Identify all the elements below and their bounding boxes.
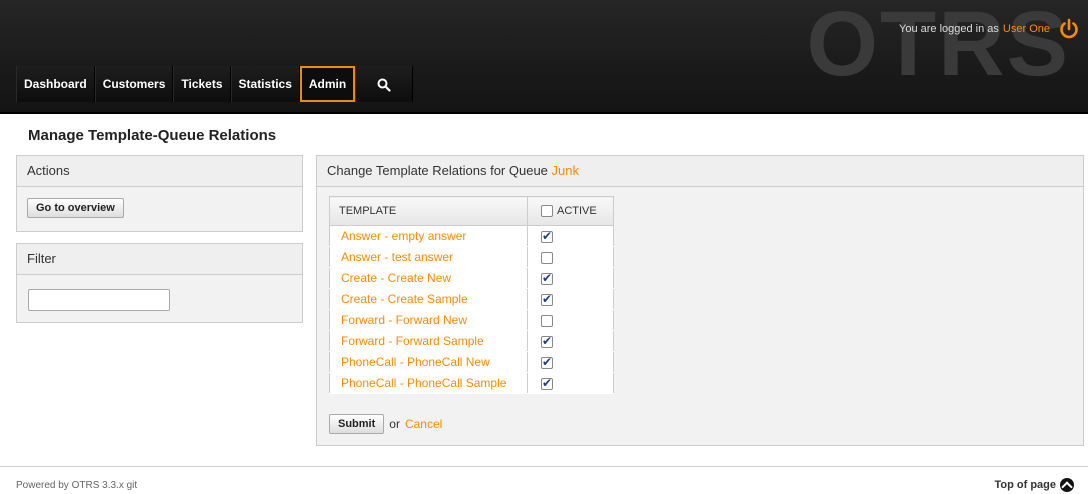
- template-relations-table: TEMPLATE ACTIVE Answer - empty answer An…: [329, 196, 614, 394]
- active-cell: [527, 267, 614, 289]
- active-checkbox[interactable]: [541, 355, 553, 369]
- template-relations-panel: Change Template Relations for Queue Junk…: [316, 155, 1084, 446]
- table-row: PhoneCall - PhoneCall Sample: [329, 372, 614, 394]
- actions-panel-title: Actions: [17, 156, 302, 187]
- column-header-active-label: ACTIVE: [557, 204, 597, 217]
- search-icon: [377, 78, 391, 92]
- select-all-active-checkbox[interactable]: [541, 205, 553, 218]
- filter-panel-title: Filter: [17, 244, 302, 275]
- filter-input[interactable]: [28, 289, 170, 311]
- template-link[interactable]: PhoneCall - PhoneCall New: [329, 351, 528, 373]
- top-of-page-label: Top of page: [994, 479, 1056, 491]
- submit-button[interactable]: Submit: [329, 414, 385, 434]
- active-cell: [527, 246, 614, 268]
- active-checkbox[interactable]: [541, 271, 553, 285]
- template-link[interactable]: Create - Create Sample: [329, 288, 528, 310]
- nav-item-admin[interactable]: Admin: [299, 66, 356, 102]
- nav-item-customers[interactable]: Customers: [94, 66, 174, 102]
- active-cell: [527, 372, 614, 394]
- template-link[interactable]: Forward - Forward New: [329, 309, 528, 331]
- active-cell: [527, 330, 614, 352]
- active-cell: [527, 288, 614, 310]
- login-info: You are logged in as User One: [899, 18, 1080, 40]
- template-link[interactable]: Answer - test answer: [329, 246, 528, 268]
- top-of-page-link[interactable]: Top of page: [994, 478, 1074, 492]
- template-link[interactable]: Forward - Forward Sample: [329, 330, 528, 352]
- table-row: Answer - test answer: [329, 246, 614, 268]
- column-header-template: TEMPLATE: [329, 196, 528, 226]
- template-link[interactable]: Answer - empty answer: [329, 225, 528, 247]
- table-row: Forward - Forward New: [329, 309, 614, 331]
- active-checkbox[interactable]: [541, 376, 553, 390]
- page-title: Manage Template-Queue Relations: [28, 127, 277, 144]
- active-checkbox[interactable]: [541, 292, 553, 306]
- actions-panel: Actions Go to overview: [16, 155, 303, 232]
- active-cell: [527, 225, 614, 247]
- filter-panel: Filter: [16, 243, 303, 323]
- active-checkbox[interactable]: [541, 334, 553, 348]
- header-divider: [0, 112, 1088, 114]
- nav-item-tickets[interactable]: Tickets: [173, 66, 231, 102]
- nav-search-button[interactable]: [355, 66, 414, 102]
- active-checkbox[interactable]: [541, 251, 553, 264]
- cancel-link[interactable]: Cancel: [405, 417, 442, 431]
- template-link[interactable]: Create - Create New: [329, 267, 528, 289]
- or-text: or: [389, 417, 400, 431]
- column-header-active: ACTIVE: [527, 196, 614, 226]
- active-checkbox[interactable]: [541, 314, 553, 327]
- login-prefix: You are logged in as: [899, 23, 999, 35]
- otrs-logo: OTRS: [806, 0, 1070, 95]
- powered-by-text: Powered by OTRS 3.3.x git: [16, 480, 138, 491]
- template-relations-title-text: Change Template Relations for Queue: [327, 163, 548, 178]
- page-header: OTRS You are logged in as User One Dashb…: [0, 0, 1088, 114]
- table-row: Forward - Forward Sample: [329, 330, 614, 352]
- arrow-up-icon: [1060, 478, 1074, 492]
- go-to-overview-button[interactable]: Go to overview: [27, 198, 124, 218]
- active-cell: [527, 309, 614, 331]
- user-name-link[interactable]: User One: [1003, 23, 1050, 35]
- table-row: Answer - empty answer: [329, 225, 614, 247]
- form-actions: Submit or Cancel: [329, 414, 442, 434]
- nav-item-dashboard[interactable]: Dashboard: [16, 66, 95, 102]
- table-row: PhoneCall - PhoneCall New: [329, 351, 614, 373]
- main-nav: Dashboard Customers Tickets Statistics A…: [16, 66, 414, 102]
- template-link[interactable]: PhoneCall - PhoneCall Sample: [329, 372, 528, 394]
- nav-item-statistics[interactable]: Statistics: [230, 66, 300, 102]
- active-cell: [527, 351, 614, 373]
- queue-name-link[interactable]: Junk: [552, 163, 579, 178]
- footer-divider: [0, 466, 1088, 467]
- template-relations-title: Change Template Relations for Queue Junk: [317, 156, 1083, 187]
- table-row: Create - Create New: [329, 267, 614, 289]
- active-checkbox[interactable]: [541, 229, 553, 243]
- logout-icon[interactable]: [1058, 18, 1080, 40]
- table-row: Create - Create Sample: [329, 288, 614, 310]
